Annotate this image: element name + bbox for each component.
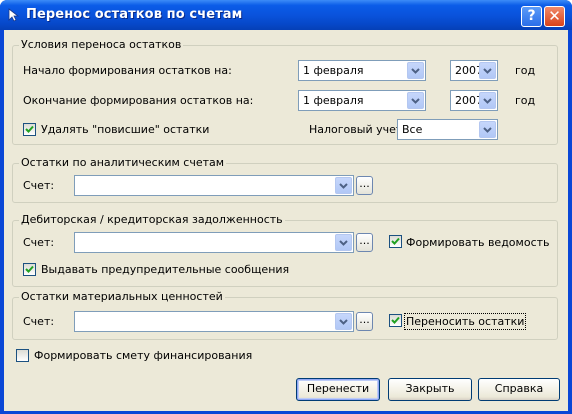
delete-hanging-label[interactable]: Удалять "повисшие" остатки bbox=[41, 123, 209, 136]
transfer-balances-label[interactable]: Переносить остатки bbox=[403, 313, 527, 330]
account-label: Счет: bbox=[23, 236, 55, 249]
dialog-window: Перенос остатков по счетам ? ✕ Условия п… bbox=[0, 0, 572, 414]
help-button[interactable]: Справка bbox=[478, 378, 560, 401]
tax-value: Все bbox=[402, 123, 423, 136]
end-month-value: 1 февраля bbox=[303, 94, 364, 107]
chevron-down-icon[interactable] bbox=[335, 177, 352, 194]
checkmark-icon bbox=[391, 237, 400, 245]
group-title: Условия переноса остатков bbox=[19, 38, 184, 51]
form-statement-label[interactable]: Формировать ведомость bbox=[406, 236, 550, 249]
chevron-down-icon[interactable] bbox=[479, 62, 496, 79]
material-account-browse-button[interactable]: ... bbox=[356, 312, 373, 331]
transfer-button[interactable]: Перенести bbox=[296, 378, 380, 401]
chevron-down-icon[interactable] bbox=[407, 62, 424, 79]
group-title: Остатки по аналитическим счетам bbox=[19, 156, 227, 169]
close-button[interactable]: Закрыть bbox=[388, 378, 472, 401]
analytic-account-select[interactable] bbox=[74, 175, 354, 196]
tax-label: Налоговый учет: bbox=[309, 123, 406, 136]
account-label: Счет: bbox=[23, 179, 55, 192]
start-date-label: Начало формирования остатков на: bbox=[23, 64, 232, 77]
group-title: Остатки материальных ценностей bbox=[19, 290, 225, 303]
start-year-suffix: год bbox=[515, 64, 536, 77]
close-icon[interactable]: ✕ bbox=[544, 6, 565, 27]
arrow-cursor-icon bbox=[8, 8, 20, 22]
start-year-select[interactable]: 2007 bbox=[450, 60, 498, 81]
chevron-down-icon[interactable] bbox=[335, 313, 352, 330]
start-month-select[interactable]: 1 февраля bbox=[298, 60, 426, 81]
financing-estimate-label[interactable]: Формировать смету финансирования bbox=[34, 349, 252, 362]
delete-hanging-checkbox[interactable] bbox=[23, 123, 36, 136]
start-month-value: 1 февраля bbox=[303, 64, 364, 77]
checkmark-icon bbox=[391, 316, 400, 324]
warnings-checkbox[interactable] bbox=[23, 263, 36, 276]
checkmark-icon bbox=[25, 265, 34, 273]
group-analytic-accounts: Остатки по аналитическим счетам Счет: ..… bbox=[12, 156, 558, 203]
group-transfer-conditions: Условия переноса остатков Начало формиро… bbox=[12, 38, 558, 145]
chevron-down-icon[interactable] bbox=[407, 92, 424, 109]
group-debt: Дебиторская / кредиторская задолженность… bbox=[12, 213, 558, 287]
account-label: Счет: bbox=[23, 315, 55, 328]
financing-estimate-checkbox[interactable] bbox=[16, 349, 29, 362]
chevron-down-icon[interactable] bbox=[479, 92, 496, 109]
tax-select[interactable]: Все bbox=[397, 119, 498, 140]
debt-account-browse-button[interactable]: ... bbox=[356, 233, 373, 252]
debt-account-select[interactable] bbox=[74, 232, 354, 253]
end-year-suffix: год bbox=[515, 94, 536, 107]
window-title: Перенос остатков по счетам bbox=[26, 7, 243, 22]
form-statement-checkbox[interactable] bbox=[389, 235, 402, 248]
dialog-body: Условия переноса остатков Начало формиро… bbox=[4, 30, 568, 411]
title-bar[interactable]: Перенос остатков по счетам ? ✕ bbox=[0, 0, 572, 30]
group-material-values: Остатки материальных ценностей Счет: ...… bbox=[12, 290, 558, 340]
material-account-select[interactable] bbox=[74, 311, 354, 332]
group-title: Дебиторская / кредиторская задолженность bbox=[19, 213, 285, 226]
chevron-down-icon[interactable] bbox=[479, 121, 496, 138]
warnings-label[interactable]: Выдавать предупредительные сообщения bbox=[41, 263, 289, 276]
chevron-down-icon[interactable] bbox=[335, 234, 352, 251]
checkmark-icon bbox=[25, 125, 34, 133]
transfer-balances-checkbox[interactable] bbox=[389, 314, 402, 327]
help-icon[interactable]: ? bbox=[521, 6, 542, 27]
end-month-select[interactable]: 1 февраля bbox=[298, 90, 426, 111]
analytic-account-browse-button[interactable]: ... bbox=[356, 176, 373, 195]
end-year-select[interactable]: 2007 bbox=[450, 90, 498, 111]
end-date-label: Окончание формирования остатков на: bbox=[23, 94, 254, 107]
